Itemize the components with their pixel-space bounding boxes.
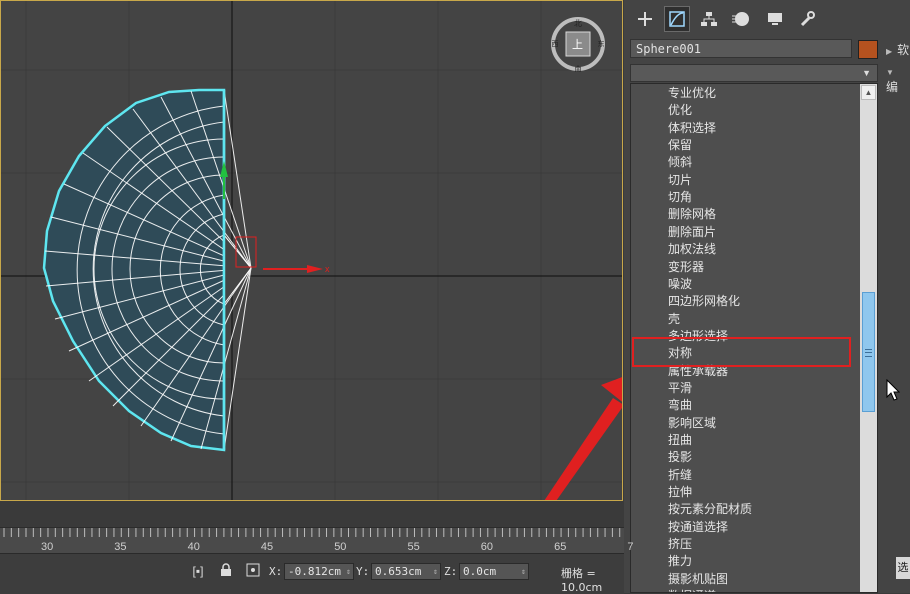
selection-lock-icon[interactable] — [218, 563, 234, 579]
isolate-selection-icon[interactable]: [▪] — [190, 563, 206, 579]
object-name-field[interactable]: Sphere001 — [630, 39, 852, 58]
y-label: Y: — [356, 565, 370, 578]
modifier-list-item[interactable]: 壳 — [668, 311, 680, 328]
y-coordinate-field[interactable]: 0.653cm ⇕ — [371, 563, 441, 580]
svg-text:北: 北 — [574, 19, 582, 28]
absolute-mode-icon[interactable] — [245, 563, 261, 579]
modifier-list-item[interactable]: 保留 — [668, 137, 692, 154]
modifier-list-combo[interactable]: ▼ — [630, 64, 878, 82]
annotation-arrow — [544, 377, 622, 500]
viewport-scene: x — [1, 1, 622, 500]
modifier-list-item[interactable]: 投影 — [668, 449, 692, 466]
timeline-ruler[interactable]: 30 35 40 45 50 55 60 65 7 — [0, 527, 634, 554]
mouse-cursor-icon — [886, 378, 901, 406]
ruler-tick-label: 60 — [480, 541, 494, 553]
create-icon[interactable] — [632, 6, 658, 32]
scroll-up-icon[interactable]: ▲ — [861, 85, 876, 100]
modifier-list-item[interactable]: 挤压 — [668, 536, 692, 553]
ruler-tick-label: 55 — [407, 541, 420, 553]
modifier-list-item[interactable]: 折缝 — [668, 467, 692, 484]
ruler-tick-label: 30 — [41, 541, 54, 553]
ruler-tick-label: 7 — [627, 541, 634, 553]
modifier-list-item[interactable]: 优化 — [668, 102, 692, 119]
modifier-list-item[interactable]: 切片 — [668, 172, 692, 189]
grid-size-label: 栅格 = 10.0cm — [561, 567, 603, 594]
modifier-list-item[interactable]: 删除网格 — [668, 206, 716, 223]
ruler-tick-label: 45 — [260, 541, 274, 553]
motion-icon[interactable] — [728, 6, 754, 32]
rollout-label-soft[interactable]: ▶ 软 — [886, 41, 909, 58]
viewcube[interactable]: 北 东 西 南 上 — [549, 15, 607, 73]
modifier-list-item[interactable]: 推力 — [668, 553, 692, 570]
modifier-list-item[interactable]: 摄影机贴图 — [668, 571, 728, 588]
ruler-tick-label: 65 — [554, 541, 567, 553]
move-gizmo: x — [220, 161, 330, 274]
command-panel-tabs — [624, 0, 910, 38]
modifier-list-item[interactable]: 平滑 — [668, 380, 692, 397]
utilities-icon[interactable] — [794, 6, 820, 32]
viewcube-face-label: 上 — [572, 38, 583, 51]
z-coordinate-field[interactable]: 0.0cm ⇕ — [459, 563, 529, 580]
annotation-highlight-box — [632, 337, 851, 367]
svg-text:x: x — [325, 264, 330, 274]
modifier-list-item[interactable]: 拉伸 — [668, 484, 692, 501]
x-coordinate-field[interactable]: -0.812cm ⇕ — [284, 563, 354, 580]
modifier-list-item[interactable]: 加权法线 — [668, 241, 716, 258]
status-bar: [▪] X: -0.812cm ⇕ Y: 0.653cm ⇕ Z: 0.0cm ⇕ 栅… — [0, 553, 624, 594]
modifier-list-item[interactable]: 噪波 — [668, 276, 692, 293]
sphere-half-mesh — [42, 88, 252, 452]
object-color-swatch[interactable] — [858, 40, 878, 59]
command-panel: Sphere001 ▶ 软 ▼编 ▼ 专业优化 优化 体积选择 保留 倾斜 切片 切角 删除网格… — [624, 0, 910, 593]
ruler-tick-label: 50 — [334, 541, 347, 553]
modifier-list-item[interactable]: 四边形网格化 — [668, 293, 740, 310]
modifier-list-item[interactable]: 弯曲 — [668, 397, 692, 414]
modifier-list-item[interactable]: 专业优化 — [668, 85, 716, 102]
svg-text:东: 东 — [598, 39, 605, 48]
modifier-list-item[interactable]: 按通道选择 — [668, 519, 728, 536]
hierarchy-icon[interactable] — [696, 6, 722, 32]
svg-text:南: 南 — [575, 64, 582, 73]
modifier-list-item[interactable]: 变形器 — [668, 259, 704, 276]
modifier-list-item[interactable]: 体积选择 — [668, 120, 716, 137]
collapse-icon: ▼ — [886, 68, 894, 77]
spinner-icon[interactable]: ⇕ — [346, 564, 351, 579]
ruler-tick-label: 35 — [114, 541, 127, 553]
modifier-list-item[interactable]: 扭曲 — [668, 432, 692, 449]
select-button[interactable]: 选 — [896, 557, 910, 579]
spinner-icon[interactable]: ⇕ — [433, 564, 438, 579]
display-icon[interactable] — [762, 6, 788, 32]
rollout-label-edit[interactable]: ▼编 — [886, 64, 910, 95]
modifier-list-item[interactable]: 删除面片 — [668, 224, 716, 241]
x-label: X: — [269, 565, 283, 578]
scroll-thumb[interactable] — [862, 292, 875, 412]
svg-text:西: 西 — [552, 40, 559, 48]
spinner-icon[interactable]: ⇕ — [521, 564, 526, 579]
modifier-list-item[interactable]: 按元素分配材质 — [668, 501, 752, 518]
perspective-viewport[interactable]: x 北 东 西 南 上 — [0, 0, 623, 501]
chevron-down-icon: ▼ — [862, 68, 871, 78]
modifier-list-item[interactable]: 数据通道 — [668, 588, 716, 592]
modifier-list-item[interactable]: 影响区域 — [668, 415, 716, 432]
dropdown-scrollbar[interactable]: ▲ — [860, 84, 877, 592]
modify-icon[interactable] — [664, 6, 690, 32]
modifier-list-item[interactable]: 切角 — [668, 189, 692, 206]
ruler-tick-label: 40 — [187, 541, 200, 553]
expand-icon: ▶ — [886, 47, 893, 56]
modifier-list-item[interactable]: 倾斜 — [668, 154, 692, 171]
z-label: Z: — [444, 565, 458, 578]
